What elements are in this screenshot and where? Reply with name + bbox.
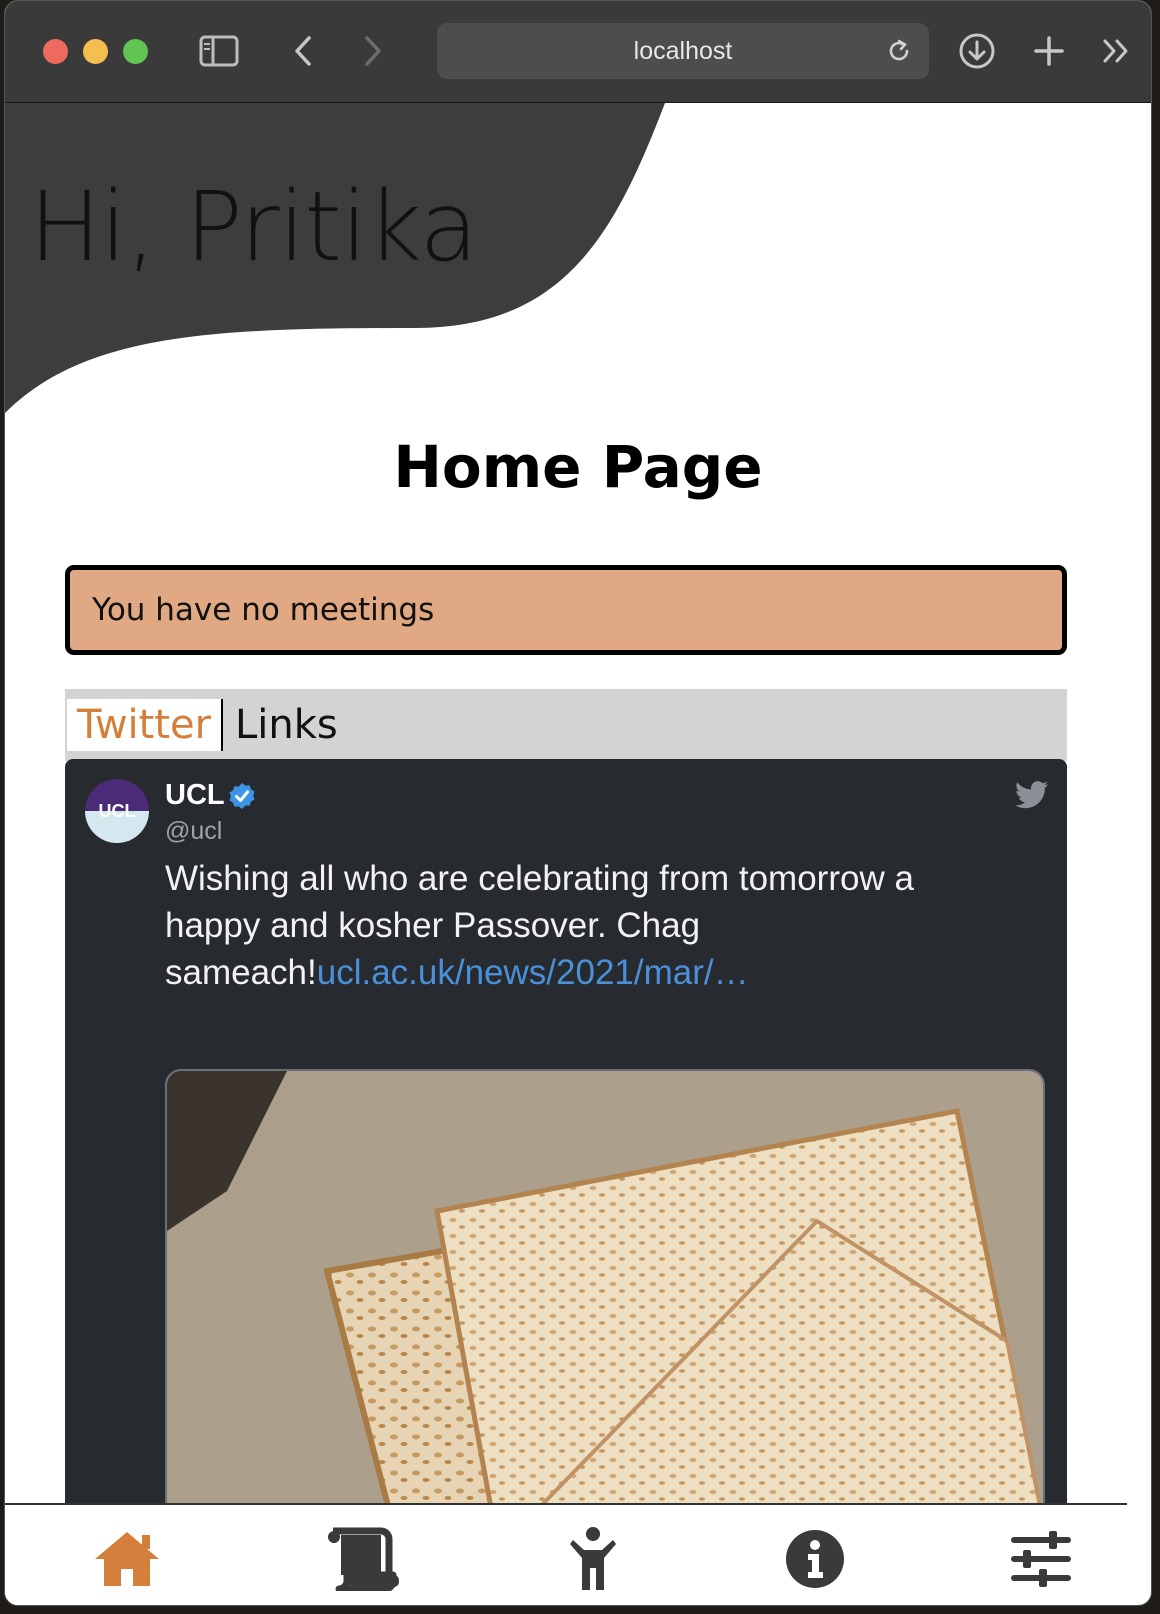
tweet-card[interactable]: UCL UCL @ucl Wishing all who are celebra… [65, 759, 1067, 1503]
nav-home-icon[interactable] [87, 1519, 167, 1599]
sidebar-toggle-icon[interactable] [195, 27, 243, 75]
bottom-navigation [5, 1503, 1127, 1605]
zoom-window-button[interactable] [123, 39, 148, 64]
verified-badge-icon [228, 782, 256, 815]
tab-links[interactable]: Links [225, 699, 348, 751]
download-icon[interactable] [953, 27, 1001, 75]
address-url: localhost [633, 37, 733, 65]
tab-twitter[interactable]: Twitter [67, 699, 224, 751]
nav-settings-sliders-icon[interactable] [1001, 1519, 1081, 1599]
new-tab-icon[interactable] [1025, 27, 1073, 75]
twitter-bird-icon[interactable] [1015, 781, 1049, 814]
greeting-heading: Hi, Pritika [29, 171, 478, 283]
nav-scroll-icon[interactable] [323, 1519, 403, 1599]
tweet-text: Wishing all who are celebrating from tom… [165, 855, 985, 996]
tweet-handle[interactable]: @ucl [165, 817, 222, 846]
tweet-author[interactable]: UCL [165, 779, 225, 812]
ucl-avatar[interactable]: UCL [85, 779, 149, 843]
nav-info-icon[interactable] [775, 1519, 855, 1599]
reload-icon[interactable] [877, 29, 921, 73]
browser-window: localhost Hi, Pritika Home Page You have… [4, 0, 1152, 1606]
browser-toolbar: localhost [5, 1, 1151, 103]
content-tab-bar: Twitter Links [65, 689, 1067, 761]
meetings-card: You have no meetings [65, 565, 1067, 655]
avatar-text: UCL [99, 801, 136, 821]
page-title: Home Page [393, 433, 763, 501]
meetings-message: You have no meetings [92, 592, 435, 628]
minimize-window-button[interactable] [83, 39, 108, 64]
back-icon[interactable] [279, 27, 327, 75]
page-content: Hi, Pritika Home Page You have no meetin… [5, 103, 1151, 1503]
more-tabs-icon[interactable] [1093, 27, 1141, 75]
close-window-button[interactable] [43, 39, 68, 64]
tweet-image-matzah[interactable] [165, 1069, 1045, 1503]
tweet-link[interactable]: ucl.ac.uk/news/2021/mar/… [317, 953, 749, 992]
address-bar[interactable]: localhost [437, 23, 929, 79]
forward-icon[interactable] [349, 27, 397, 75]
nav-person-icon[interactable] [553, 1519, 633, 1599]
